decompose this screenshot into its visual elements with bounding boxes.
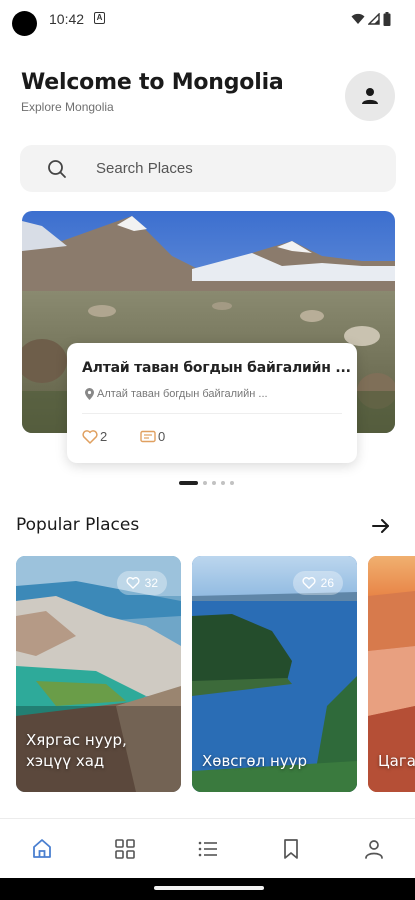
popular-place-name: Цага [378,751,415,772]
page-title: Welcome to Mongolia [21,70,284,95]
comment-count[interactable]: 0 [140,429,165,444]
person-icon [362,88,378,104]
carousel-dot[interactable] [230,481,234,485]
page-subtitle: Explore Mongolia [21,100,114,114]
heart-icon [82,429,98,444]
popular-like-count: 32 [144,576,158,590]
card-divider [82,413,342,414]
featured-place-location: Алтай таван богдын байгалийн ... [85,388,268,400]
heart-icon [302,577,316,589]
search-placeholder: Search Places [96,160,193,177]
like-count[interactable]: 2 [82,429,107,444]
profile-button[interactable] [345,71,395,121]
popular-place-card[interactable]: Цага [368,556,415,792]
list-icon[interactable] [196,837,220,861]
carousel-dot[interactable] [212,481,216,485]
wifi-icon [351,13,365,24]
carousel-dot[interactable] [221,481,225,485]
location-pin-icon [85,388,94,400]
bookmark-icon[interactable] [279,837,303,861]
battery-icon [383,12,391,26]
featured-location-text: Алтай таван богдын байгалийн ... [97,388,268,400]
camera-cutout [12,11,37,36]
featured-place-card[interactable]: Алтай таван богдын байгалийн ... Алтай т… [67,343,357,463]
popular-place-name: Хөвсгөл нуур [202,751,307,772]
popular-place-card[interactable]: 26 Хөвсгөл нуур [192,556,357,792]
popular-place-name: Хяргас нуур, хэцүү хад [26,730,127,772]
heart-icon [126,577,140,589]
gesture-navigation-bar [0,878,415,900]
popular-like-badge[interactable]: 26 [292,571,343,595]
featured-place-title: Алтай таван богдын байгалийн ... [82,360,351,376]
comment-count-text: 0 [158,429,166,444]
profile-icon[interactable] [362,837,386,861]
search-input[interactable]: Search Places [20,145,396,192]
search-icon [48,160,66,178]
status-time: 10:42 [49,11,85,27]
popular-place-name-line: Хөвсгөл нуур [202,752,308,770]
status-bar: 10:42 A [0,0,415,38]
popular-like-badge[interactable]: 32 [116,571,167,595]
bottom-navigation [0,818,415,880]
carousel-dot[interactable] [203,481,207,485]
home-indicator[interactable] [154,886,264,890]
home-icon[interactable] [30,837,54,861]
popular-place-name-line: Хяргас нуур, [26,731,127,749]
app-notification-icon: A [94,12,105,24]
carousel-indicator[interactable] [179,481,234,485]
comment-icon [140,430,156,442]
carousel-dot-active[interactable] [179,481,198,485]
signal-icon [368,13,380,25]
popular-place-name-line: Цага [378,752,415,770]
popular-place-card[interactable]: 32 Хяргас нуур, хэцүү хад [16,556,181,792]
like-count-text: 2 [100,429,108,444]
popular-places-heading: Popular Places [16,515,140,535]
arrow-right-icon[interactable] [370,515,392,537]
popular-place-name-line: хэцүү хад [26,752,105,770]
grid-icon[interactable] [113,837,137,861]
popular-like-count: 26 [320,576,334,590]
